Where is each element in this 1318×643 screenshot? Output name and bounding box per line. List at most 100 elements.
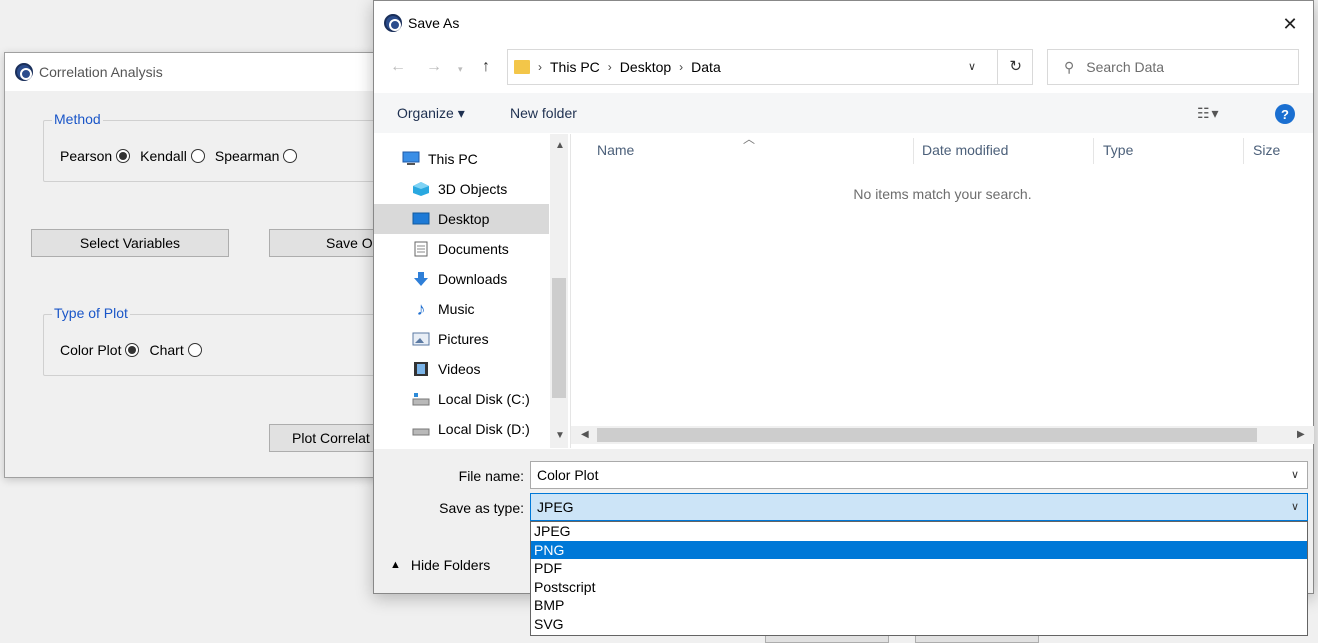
- dialog-app-icon: [384, 14, 402, 32]
- command-toolbar: Organize ▾ New folder ☷ ▾ ?: [374, 93, 1313, 133]
- file-name-field[interactable]: Color Plot ∨: [530, 461, 1308, 489]
- column-date-modified[interactable]: Date modified: [922, 142, 1008, 158]
- search-box[interactable]: ⚲ Search Data: [1047, 49, 1299, 85]
- pc-icon: [402, 151, 420, 167]
- disk-icon: [412, 391, 430, 407]
- radio-spearman-label: Spearman: [214, 148, 280, 164]
- folder-icon: [514, 60, 530, 74]
- dialog-title-bar: Save As: [374, 1, 1313, 45]
- nav-item-label: Downloads: [438, 271, 508, 287]
- address-bar[interactable]: › This PC › Desktop › Data ∨ ↻: [507, 49, 1033, 85]
- scroll-left-icon[interactable]: ◀: [581, 429, 589, 440]
- help-icon[interactable]: ?: [1275, 104, 1295, 124]
- nav-item-desktop[interactable]: Desktop: [374, 204, 549, 234]
- select-variables-button[interactable]: Select Variables: [31, 229, 229, 257]
- radio-color-plot-circle[interactable]: [125, 343, 140, 357]
- refresh-icon[interactable]: ↻: [1009, 57, 1022, 75]
- radio-kendall[interactable]: Kendall: [140, 148, 205, 164]
- nav-pane-scrollbar[interactable]: ▲ ▼: [550, 134, 568, 448]
- videos-icon: [412, 361, 430, 377]
- back-arrow-icon[interactable]: ←: [390, 58, 406, 76]
- correlation-analysis-window: Correlation Analysis Method Pearson Kend…: [4, 52, 405, 478]
- up-arrow-icon[interactable]: ↑: [482, 58, 490, 76]
- scroll-right-icon[interactable]: ▶: [1297, 429, 1305, 440]
- breadcrumb-separator-icon: ›: [607, 60, 612, 74]
- type-option-svg[interactable]: SVG: [531, 615, 1307, 634]
- dialog-title: Save As: [408, 15, 460, 31]
- nav-item-label: 3D Objects: [438, 181, 508, 197]
- type-option-pdf[interactable]: PDF: [531, 559, 1307, 578]
- nav-item-label: Desktop: [438, 211, 490, 227]
- address-dropdown-icon[interactable]: ∨: [968, 60, 976, 73]
- new-folder-button[interactable]: New folder: [510, 105, 577, 121]
- corr-title-bar: Correlation Analysis: [5, 53, 403, 91]
- radio-pearson[interactable]: Pearson: [60, 148, 131, 164]
- column-divider: [1243, 138, 1244, 164]
- column-size[interactable]: Size: [1253, 142, 1280, 158]
- radio-spearman[interactable]: Spearman: [215, 148, 298, 164]
- search-icon: ⚲: [1064, 58, 1075, 75]
- disk-icon: [412, 421, 430, 437]
- breadcrumb-separator-icon: ›: [679, 60, 684, 74]
- type-option-postscript[interactable]: Postscript: [531, 578, 1307, 597]
- plot-type-legend: Type of Plot: [52, 305, 130, 321]
- hscroll-thumb[interactable]: [597, 428, 1257, 442]
- save-type-label: Save as type:: [439, 500, 524, 516]
- nav-item-label: This PC: [428, 151, 478, 167]
- file-name-label: File name:: [458, 468, 524, 484]
- nav-item-label: Local Disk (D:): [438, 421, 530, 437]
- chevron-down-icon[interactable]: ∨: [1291, 468, 1299, 481]
- view-options-icon[interactable]: ☷ ▾: [1197, 105, 1218, 122]
- nav-scroll-thumb[interactable]: [552, 278, 566, 398]
- column-name[interactable]: Name: [597, 142, 634, 158]
- pictures-icon: [412, 331, 430, 347]
- breadcrumb-desktop[interactable]: Desktop: [620, 59, 671, 75]
- column-divider: [913, 138, 914, 164]
- corr-window-title: Correlation Analysis: [39, 64, 163, 80]
- recent-chevron-icon[interactable]: ▾: [458, 64, 463, 75]
- type-option-jpeg[interactable]: JPEG: [531, 522, 1307, 541]
- download-icon: [412, 271, 430, 287]
- cube-icon: [412, 181, 430, 197]
- nav-item-label: Documents: [438, 241, 509, 257]
- address-divider: [997, 50, 998, 84]
- nav-item-label: Pictures: [438, 331, 489, 347]
- breadcrumb-data[interactable]: Data: [691, 59, 721, 75]
- radio-chart-circle[interactable]: [187, 343, 202, 357]
- navigation-pane: This PC 3D Objects Desktop Documents Dow…: [374, 134, 569, 448]
- radio-color-plot[interactable]: Color Plot: [60, 342, 140, 358]
- plot-radio-row: Color Plot Chart: [60, 342, 212, 358]
- breadcrumb-this-pc[interactable]: This PC: [550, 59, 600, 75]
- scroll-up-icon[interactable]: ▲: [555, 140, 565, 151]
- desktop-icon: [412, 211, 430, 227]
- forward-arrow-icon[interactable]: →: [426, 58, 442, 76]
- organize-button[interactable]: Organize ▾: [397, 105, 465, 122]
- hide-folders-label: Hide Folders: [410, 557, 491, 573]
- radio-kendall-circle[interactable]: [190, 149, 205, 163]
- file-list-hscrollbar[interactable]: ◀ ▶: [571, 426, 1314, 444]
- save-type-select[interactable]: JPEG ∨: [530, 493, 1308, 521]
- save-as-dialog: Save As ✕ ← → ▾ ↑ › This PC › Desktop › …: [373, 0, 1314, 594]
- radio-chart[interactable]: Chart: [149, 342, 202, 358]
- nav-item-label: Music: [438, 301, 475, 317]
- scroll-down-icon[interactable]: ▼: [555, 430, 565, 441]
- column-type[interactable]: Type: [1103, 142, 1133, 158]
- save-type-dropdown-list[interactable]: JPEG PNG PDF Postscript BMP SVG: [530, 521, 1308, 636]
- document-icon: [412, 241, 430, 257]
- type-option-bmp[interactable]: BMP: [531, 596, 1307, 615]
- file-name-value: Color Plot: [537, 467, 599, 483]
- method-legend: Method: [52, 111, 103, 127]
- breadcrumb-separator-icon: ›: [538, 60, 542, 74]
- empty-message: No items match your search.: [853, 186, 1032, 202]
- app-icon: [15, 63, 33, 81]
- type-option-png[interactable]: PNG: [531, 540, 1307, 560]
- close-icon[interactable]: ✕: [1277, 11, 1303, 37]
- radio-pearson-circle[interactable]: [116, 149, 131, 163]
- radio-kendall-label: Kendall: [140, 148, 187, 164]
- radio-color-plot-label: Color Plot: [60, 342, 122, 358]
- hide-folders-button[interactable]: ▲ Hide Folders: [390, 557, 490, 573]
- column-divider: [1093, 138, 1094, 164]
- chevron-down-icon[interactable]: ∨: [1291, 500, 1299, 513]
- save-type-value: JPEG: [537, 499, 574, 515]
- radio-spearman-circle[interactable]: [283, 149, 298, 163]
